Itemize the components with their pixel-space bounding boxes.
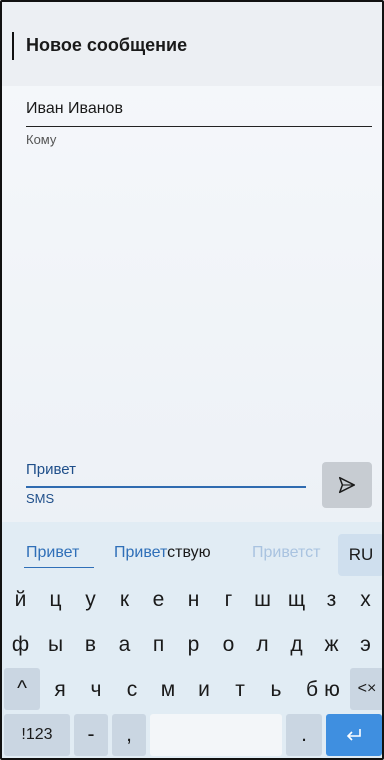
key-е[interactable]: е xyxy=(142,578,175,622)
enter-key[interactable] xyxy=(326,714,382,756)
message-input[interactable]: Привет xyxy=(26,461,76,478)
key-щ[interactable]: щ xyxy=(280,578,313,622)
key-в[interactable]: в xyxy=(74,623,107,667)
numbers-key[interactable]: !123 xyxy=(4,714,70,756)
key-к[interactable]: к xyxy=(108,578,141,622)
recipient-field[interactable]: Иван Иванов xyxy=(26,100,123,118)
key-row-3: ^ я ч с м и т ь б ю <× xyxy=(2,668,382,712)
suggestion-strip: Привет Приветствую Приветст RU xyxy=(2,526,382,576)
key-ц[interactable]: ц xyxy=(39,578,72,622)
period-key[interactable]: . xyxy=(286,714,322,756)
shift-key[interactable]: ^ xyxy=(4,668,40,710)
recipient-underline xyxy=(26,126,372,127)
key-о[interactable]: о xyxy=(212,623,245,667)
phone-screen: Новое сообщение Иван Иванов Кому Привет … xyxy=(0,0,384,760)
dash-key[interactable]: - xyxy=(74,714,108,756)
key-а[interactable]: а xyxy=(108,623,141,667)
key-г[interactable]: г xyxy=(212,578,245,622)
suggestion-2[interactable]: Приветствую xyxy=(114,544,211,562)
key-row-4: !123 - , . xyxy=(2,714,382,758)
message-label: SMS xyxy=(26,491,55,506)
key-д[interactable]: д xyxy=(280,623,313,667)
key-л[interactable]: л xyxy=(246,623,279,667)
key-н[interactable]: н xyxy=(177,578,210,622)
key-ь[interactable]: ь xyxy=(258,668,294,712)
key-з[interactable]: з xyxy=(315,578,348,622)
title-cursor xyxy=(12,32,14,60)
key-row-1: й ц у к е н г ш щ з х xyxy=(2,578,382,622)
recipient-label: Кому xyxy=(26,132,57,147)
space-key[interactable] xyxy=(150,714,282,756)
header-bar: Новое сообщение xyxy=(2,2,382,86)
key-т[interactable]: т xyxy=(222,668,258,712)
keyboard: Привет Приветствую Приветст RU й ц у к е… xyxy=(2,522,382,758)
suggestion-1-underline xyxy=(24,567,94,568)
enter-icon xyxy=(346,729,361,741)
key-я[interactable]: я xyxy=(42,668,78,712)
key-э[interactable]: э xyxy=(349,623,382,667)
message-underline xyxy=(26,486,306,488)
key-п[interactable]: п xyxy=(142,623,175,667)
key-р[interactable]: р xyxy=(177,623,210,667)
key-х[interactable]: х xyxy=(349,578,382,622)
page-title: Новое сообщение xyxy=(26,35,188,55)
key-ф[interactable]: ф xyxy=(4,623,37,667)
send-icon xyxy=(338,476,356,494)
language-key[interactable]: RU xyxy=(338,534,382,576)
key-й[interactable]: й xyxy=(4,578,37,622)
backspace-key[interactable]: <× xyxy=(350,668,382,710)
key-row-2: ф ы в а п р о л д ж э xyxy=(2,623,382,667)
key-ч[interactable]: ч xyxy=(78,668,114,712)
comma-key[interactable]: , xyxy=(112,714,146,756)
key-ы[interactable]: ы xyxy=(39,623,72,667)
key-м[interactable]: м xyxy=(150,668,186,712)
key-ж[interactable]: ж xyxy=(315,623,348,667)
key-и[interactable]: и xyxy=(186,668,222,712)
suggestion-1[interactable]: Привет xyxy=(26,544,79,562)
key-у[interactable]: у xyxy=(74,578,107,622)
key-ю[interactable]: ю xyxy=(314,668,350,712)
send-button[interactable] xyxy=(322,462,372,508)
key-с[interactable]: с xyxy=(114,668,150,712)
suggestion-3[interactable]: Приветст xyxy=(252,544,338,562)
key-ш[interactable]: ш xyxy=(246,578,279,622)
